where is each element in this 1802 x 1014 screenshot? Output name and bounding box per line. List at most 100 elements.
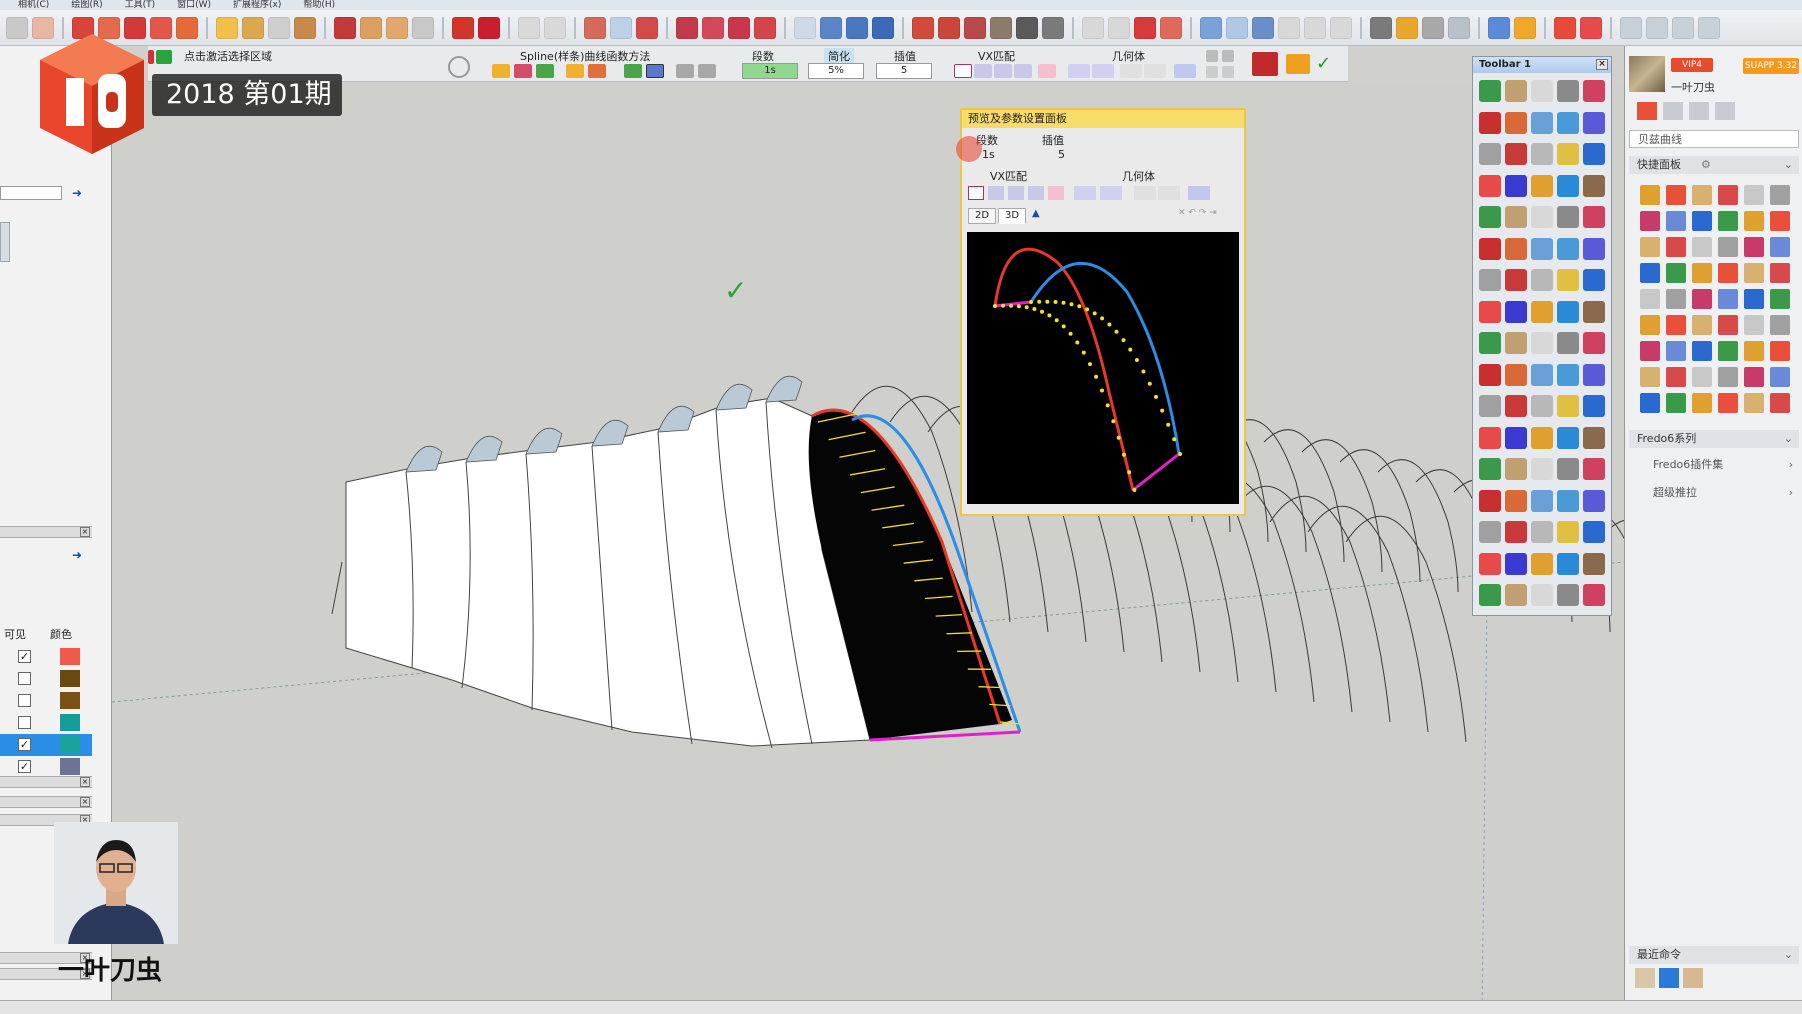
- layer-color-swatch[interactable]: [60, 736, 80, 753]
- vx-line-icon[interactable]: [988, 186, 1004, 200]
- geometry-box-icon[interactable]: [1120, 64, 1142, 78]
- quick-tool-icon[interactable]: [1692, 185, 1712, 205]
- layer-color-swatch[interactable]: [60, 758, 80, 775]
- window-layout-icon[interactable]: [1580, 16, 1602, 39]
- tape-measure-icon[interactable]: [216, 16, 238, 39]
- spline-arc-icon[interactable]: [566, 64, 584, 78]
- layer-color-swatch[interactable]: [60, 648, 80, 665]
- plugin-tool-icon[interactable]: [1505, 300, 1527, 323]
- monochrome-icon[interactable]: [1042, 16, 1064, 39]
- plugin-tool-icon[interactable]: [1583, 395, 1605, 417]
- plugin-tool-icon[interactable]: [1479, 584, 1501, 606]
- plugin-tool-icon[interactable]: [1557, 332, 1579, 354]
- spline-s-curve2-icon[interactable]: [698, 64, 716, 78]
- geometry-grid-icon[interactable]: [1074, 186, 1096, 200]
- plugin-tool-icon[interactable]: [1583, 458, 1605, 480]
- plugin-tool-icon[interactable]: [1557, 111, 1579, 134]
- shaded-icon[interactable]: [990, 16, 1012, 39]
- panel-float-icon[interactable]: [1646, 16, 1668, 39]
- quick-tool-icon[interactable]: [1640, 341, 1660, 361]
- quick-tool-icon[interactable]: [1744, 341, 1764, 361]
- vx-arc-icon[interactable]: [1014, 64, 1032, 78]
- tab-3d[interactable]: 3D: [998, 208, 1026, 224]
- menu-help[interactable]: 帮助(H): [303, 0, 335, 10]
- quick-tool-icon[interactable]: [1770, 211, 1790, 231]
- quick-tool-icon[interactable]: [1640, 315, 1660, 335]
- settings-list-icon[interactable]: [1448, 16, 1470, 39]
- avatar[interactable]: [1629, 56, 1665, 92]
- plugin-tool-icon[interactable]: [1583, 332, 1605, 354]
- quick-tool-icon[interactable]: [1666, 185, 1686, 205]
- plugin-tool-icon[interactable]: [1505, 80, 1527, 102]
- quick-tool-icon[interactable]: [1666, 263, 1686, 283]
- plugin-tool-icon[interactable]: [1505, 206, 1527, 228]
- intersect-icon[interactable]: [584, 16, 606, 39]
- xray-icon[interactable]: [912, 16, 934, 39]
- home-icon[interactable]: [1637, 102, 1657, 120]
- next-view-icon[interactable]: [1108, 16, 1130, 39]
- plugin-tool-icon[interactable]: [1557, 269, 1579, 291]
- redo-icon[interactable]: [544, 16, 566, 39]
- plugin-tool-icon[interactable]: [1531, 332, 1553, 354]
- interpolation-stepper[interactable]: 5: [876, 63, 932, 79]
- plugin-tool-icon[interactable]: [1479, 521, 1501, 543]
- previous-view-icon[interactable]: [1082, 16, 1104, 39]
- model-scene[interactable]: ✓: [112, 82, 1624, 1014]
- quick-tool-icon[interactable]: [1692, 263, 1712, 283]
- vx-curve-icon[interactable]: [994, 64, 1012, 78]
- view-iso-icon[interactable]: [820, 16, 842, 39]
- plugin-tool-icon[interactable]: [1505, 143, 1527, 165]
- layer-row[interactable]: ✓: [0, 734, 92, 756]
- quick-tool-icon[interactable]: [1770, 237, 1790, 257]
- plugin-tool-icon[interactable]: [1531, 521, 1553, 543]
- shield-icon[interactable]: [1396, 16, 1418, 39]
- walk-icon[interactable]: [1278, 16, 1300, 39]
- plugin-tool-icon[interactable]: [1557, 489, 1579, 512]
- quick-tool-icon[interactable]: [1666, 211, 1686, 231]
- quick-tool-icon[interactable]: [1770, 185, 1790, 205]
- preview-panel-title[interactable]: 预览及参数设置面板: [962, 110, 1244, 128]
- paint-bucket-icon[interactable]: [294, 16, 316, 39]
- solid-split-icon[interactable]: [754, 16, 776, 39]
- redo-small-icon[interactable]: [1222, 50, 1234, 62]
- plugin-tool-icon[interactable]: [1583, 521, 1605, 543]
- quick-tool-icon[interactable]: [1744, 185, 1764, 205]
- confirm-check-icon[interactable]: ✓: [1316, 54, 1336, 74]
- plugin-tool-icon[interactable]: [1505, 174, 1527, 197]
- menu-extensions[interactable]: 扩展程序(x): [233, 0, 281, 10]
- plugin-tool-icon[interactable]: [1583, 206, 1605, 228]
- simplify-stepper[interactable]: 5%: [808, 63, 864, 79]
- plugin-tool-icon[interactable]: [1479, 395, 1501, 417]
- plugin-tool-icon[interactable]: [1583, 363, 1605, 386]
- solid-subtract-icon[interactable]: [702, 16, 724, 39]
- left-dropdown[interactable]: [0, 186, 62, 200]
- quick-tool-icon[interactable]: [1770, 289, 1790, 309]
- plugin-tool-icon[interactable]: [1479, 111, 1501, 134]
- activate-icon[interactable]: [156, 50, 172, 64]
- view-front-icon[interactable]: [872, 16, 894, 39]
- search-icon[interactable]: [1715, 102, 1735, 120]
- plugin-tool-icon[interactable]: [1505, 489, 1527, 512]
- layer-visible-checkbox[interactable]: [18, 672, 31, 685]
- exit-door-icon[interactable]: [1252, 52, 1278, 76]
- quick-tool-icon[interactable]: [1718, 263, 1738, 283]
- quick-tool-icon[interactable]: [1718, 185, 1738, 205]
- close-icon[interactable]: ×: [1596, 59, 1608, 70]
- quick-tool-icon[interactable]: [1770, 263, 1790, 283]
- plugin-tool-icon[interactable]: [1505, 552, 1527, 575]
- plugin-tool-icon[interactable]: [1583, 237, 1605, 260]
- component-icon[interactable]: [1200, 16, 1222, 39]
- scale-icon[interactable]: [176, 16, 198, 39]
- quick-tool-icon[interactable]: [1640, 393, 1660, 413]
- quick-tool-icon[interactable]: [1692, 393, 1712, 413]
- gear-icon[interactable]: [1554, 16, 1576, 39]
- plugin-tool-icon[interactable]: [1531, 458, 1553, 480]
- layer-row[interactable]: ✓: [0, 756, 92, 778]
- layer-color-swatch[interactable]: [60, 714, 80, 731]
- quick-tool-icon[interactable]: [1718, 315, 1738, 335]
- spline-cubic-icon[interactable]: [536, 64, 554, 78]
- quick-tool-icon[interactable]: [1770, 393, 1790, 413]
- preview-canvas[interactable]: [967, 232, 1239, 504]
- spline-arch-active-icon[interactable]: [646, 64, 664, 78]
- vx-equal-icon[interactable]: [954, 64, 972, 78]
